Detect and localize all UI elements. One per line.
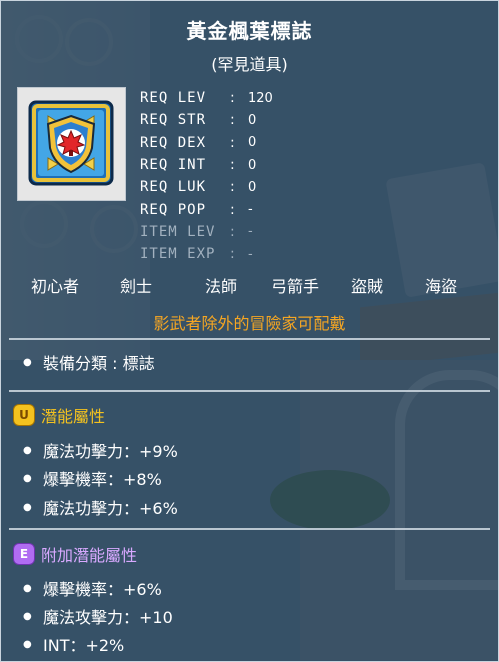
requirement-row: ITEM LEV: - <box>140 221 273 243</box>
requirement-colon: : <box>230 179 235 196</box>
potential-line-text: 魔法功擊力：+6% <box>43 499 178 518</box>
requirement-colon: : <box>230 246 235 263</box>
additional-potential-line: ● 爆擊機率：+6% <box>23 576 162 600</box>
requirement-value: 0 <box>248 157 257 173</box>
additional-line-text: 爆擊機率：+6% <box>43 580 162 599</box>
bullet: ● <box>23 472 32 484</box>
equipment-category: ● 裝備分類 : 標誌 <box>23 350 155 374</box>
requirement-value: - <box>248 202 253 218</box>
requirement-colon: : <box>230 90 235 107</box>
item-rarity: (罕見道具) <box>211 55 288 74</box>
requirement-value: - <box>248 246 253 262</box>
requirement-label: REQ DEX <box>140 134 207 151</box>
additional-potential-line: ● INT：+2% <box>23 632 124 656</box>
job-list: 初心者 劍士 法師 弓箭手 盜賊 海盜 <box>31 273 491 297</box>
potential-line: ● 魔法功擊力：+6% <box>23 495 178 519</box>
requirement-row: REQ LEV:120 <box>140 87 273 109</box>
requirement-value: 0 <box>248 112 257 128</box>
potential-label: 潛能屬性 <box>41 407 106 426</box>
potential-header: U 潛能屬性 <box>13 403 105 427</box>
requirement-label: REQ LUK <box>140 179 207 196</box>
requirement-row: REQ INT:0 <box>140 154 273 176</box>
bullet: ● <box>23 444 32 456</box>
requirement-label: ITEM LEV <box>140 223 216 240</box>
bullet: ● <box>23 638 32 650</box>
potential-line-text: 魔法功擊力：+9% <box>43 442 178 461</box>
requirement-value: - <box>248 224 253 240</box>
job-pirate: 海盜 <box>425 277 458 296</box>
potential-line: ● 魔法功擊力：+9% <box>23 438 178 462</box>
requirement-colon: : <box>230 112 235 129</box>
job-magician: 法師 <box>205 277 238 296</box>
bullet: ● <box>23 356 32 368</box>
potential-line: ● 爆擊機率：+8% <box>23 466 162 490</box>
additional-line-text: INT：+2% <box>43 636 125 655</box>
additional-potential-label: 附加潛能屬性 <box>41 546 138 565</box>
job-restriction-note: 影武者除外的冒險家可配戴 <box>153 314 346 333</box>
requirement-label: REQ STR <box>140 112 207 129</box>
requirement-row: REQ POP: - <box>140 198 273 220</box>
requirement-label: REQ LEV <box>140 90 207 107</box>
golden-maple-emblem-icon <box>28 100 114 186</box>
requirement-colon: : <box>230 157 235 174</box>
job-warrior: 劍士 <box>120 277 153 296</box>
bullet: ● <box>23 610 32 622</box>
item-tooltip: 黃金楓葉標誌 (罕見道具) REQ LEV:120 REQ STR:0 REQ DE… <box>0 0 499 662</box>
bullet: ● <box>23 582 32 594</box>
divider <box>9 338 490 340</box>
requirement-colon: : <box>230 223 235 240</box>
requirement-label: REQ POP <box>140 201 207 218</box>
potential-grade-icon: U <box>13 404 35 426</box>
job-bowman: 弓箭手 <box>271 277 320 296</box>
item-name: 黃金楓葉標誌 <box>186 19 313 43</box>
additional-line-text: 魔法攻擊力：+10 <box>43 608 173 627</box>
requirement-row: REQ STR:0 <box>140 109 273 131</box>
requirement-value: 120 <box>248 90 273 106</box>
requirement-row: ITEM EXP: - <box>140 243 273 265</box>
additional-grade-icon: E <box>13 543 35 565</box>
job-beginner: 初心者 <box>31 277 80 296</box>
requirement-value: 0 <box>248 135 257 151</box>
divider <box>9 528 490 530</box>
additional-potential-line: ● 魔法攻擊力：+10 <box>23 604 173 628</box>
requirement-label: REQ INT <box>140 157 207 174</box>
equipment-category-text: 裝備分類 : 標誌 <box>43 354 155 373</box>
requirement-label: ITEM EXP <box>140 246 216 263</box>
additional-potential-header: E 附加潛能屬性 <box>13 542 137 566</box>
item-icon-frame <box>17 87 126 201</box>
potential-line-text: 爆擊機率：+8% <box>43 470 162 489</box>
divider <box>9 390 490 392</box>
requirement-row: REQ LUK:0 <box>140 176 273 198</box>
requirement-row: REQ DEX:0 <box>140 132 273 154</box>
requirement-colon: : <box>230 134 235 151</box>
requirements-list: REQ LEV:120 REQ STR:0 REQ DEX:0 REQ INT:0 RE… <box>140 87 273 265</box>
bullet: ● <box>23 501 32 513</box>
requirement-colon: : <box>230 201 235 218</box>
requirement-value: 0 <box>248 179 257 195</box>
job-thief: 盜賊 <box>351 277 384 296</box>
